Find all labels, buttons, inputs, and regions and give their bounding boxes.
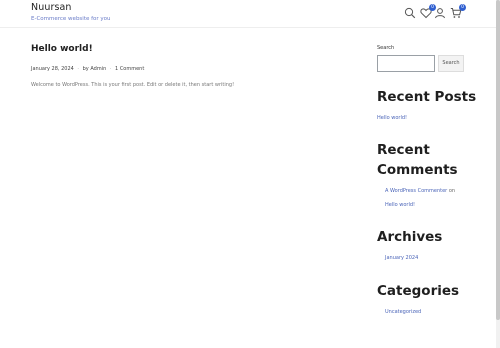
- category-link[interactable]: Uncategorized: [385, 309, 421, 315]
- post-date[interactable]: January 28, 2024: [31, 66, 74, 72]
- cart-button[interactable]: 0: [450, 4, 466, 19]
- site-title[interactable]: Nuursan: [31, 2, 72, 13]
- recent-comments-title-line1: Recent: [377, 142, 430, 158]
- post-meta: January 28, 2024 · by Admin · 1 Comment: [31, 66, 144, 72]
- user-icon: [434, 7, 446, 19]
- search-icon[interactable]: [404, 7, 416, 19]
- cart-count-badge: 0: [459, 4, 466, 11]
- meta-separator: ·: [77, 66, 79, 72]
- archives-title: Archives: [377, 229, 443, 245]
- scrollbar-thumb[interactable]: [496, 0, 500, 320]
- meta-separator: ·: [109, 66, 112, 72]
- comment-post-link[interactable]: Hello world!: [385, 202, 415, 208]
- recent-comment-item: A WordPress Commenter on: [385, 188, 455, 194]
- recent-comments-title-line2: Comments: [377, 162, 458, 178]
- archive-link[interactable]: January 2024: [385, 255, 418, 261]
- search-label: Search: [377, 45, 395, 51]
- site-header: Nuursan E-Commerce website for you 0 0: [0, 0, 496, 28]
- post-excerpt: Welcome to WordPress. This is your first…: [31, 82, 235, 88]
- recent-posts-title: Recent Posts: [377, 89, 477, 105]
- post-comments-link[interactable]: 1 Comment: [115, 66, 144, 72]
- categories-title: Categories: [377, 283, 460, 299]
- account-button[interactable]: [434, 7, 446, 19]
- page-scrollbar[interactable]: [496, 0, 500, 348]
- recent-post-link[interactable]: Hello world!: [377, 115, 407, 121]
- search-input[interactable]: [377, 55, 435, 72]
- comment-author-link[interactable]: A WordPress Commenter: [385, 188, 447, 194]
- post-title[interactable]: Hello world!: [31, 44, 93, 54]
- site-description: E-Commerce website for you: [31, 16, 111, 22]
- comment-on-text: on: [448, 188, 456, 194]
- post-author[interactable]: by Admin: [83, 66, 107, 72]
- search-button[interactable]: Search: [438, 55, 464, 72]
- wishlist-button[interactable]: 0: [420, 4, 436, 19]
